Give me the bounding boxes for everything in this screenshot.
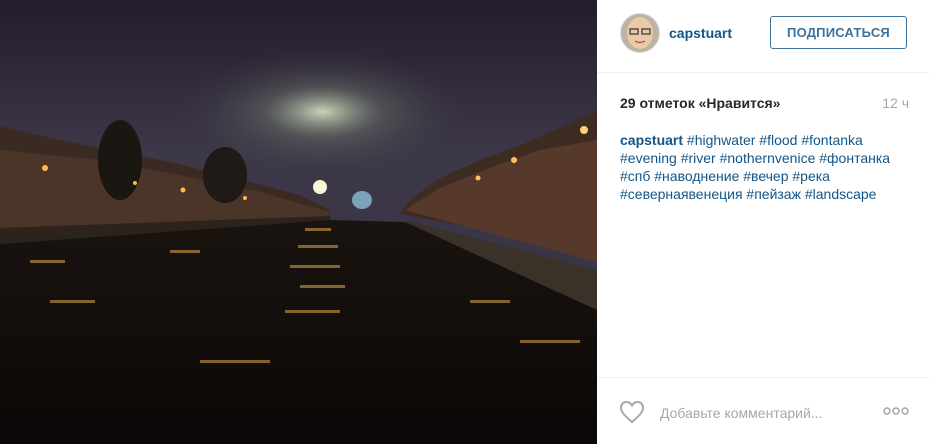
comment-input[interactable] [660, 403, 850, 423]
caption-author[interactable]: capstuart [620, 132, 683, 148]
follow-button[interactable]: ПОДПИСАТЬСЯ [770, 16, 907, 49]
avatar-image [621, 14, 659, 52]
night-river-photo [0, 0, 597, 444]
post-header: capstuart ПОДПИСАТЬСЯ [597, 0, 929, 73]
post-sidebar: capstuart ПОДПИСАТЬСЯ 29 отметок «Нравит… [597, 0, 929, 444]
heart-icon[interactable] [619, 400, 645, 424]
avatar[interactable] [620, 13, 660, 53]
post-caption: capstuart #highwater #flood #fontanka #e… [620, 131, 910, 203]
username-link[interactable]: capstuart [669, 25, 732, 41]
more-options-icon[interactable] [883, 406, 909, 416]
post-photo[interactable] [0, 0, 597, 444]
likes-count[interactable]: 29 отметок «Нравится» [620, 95, 780, 111]
post-footer [597, 377, 929, 445]
post-time: 12 ч [882, 95, 909, 111]
